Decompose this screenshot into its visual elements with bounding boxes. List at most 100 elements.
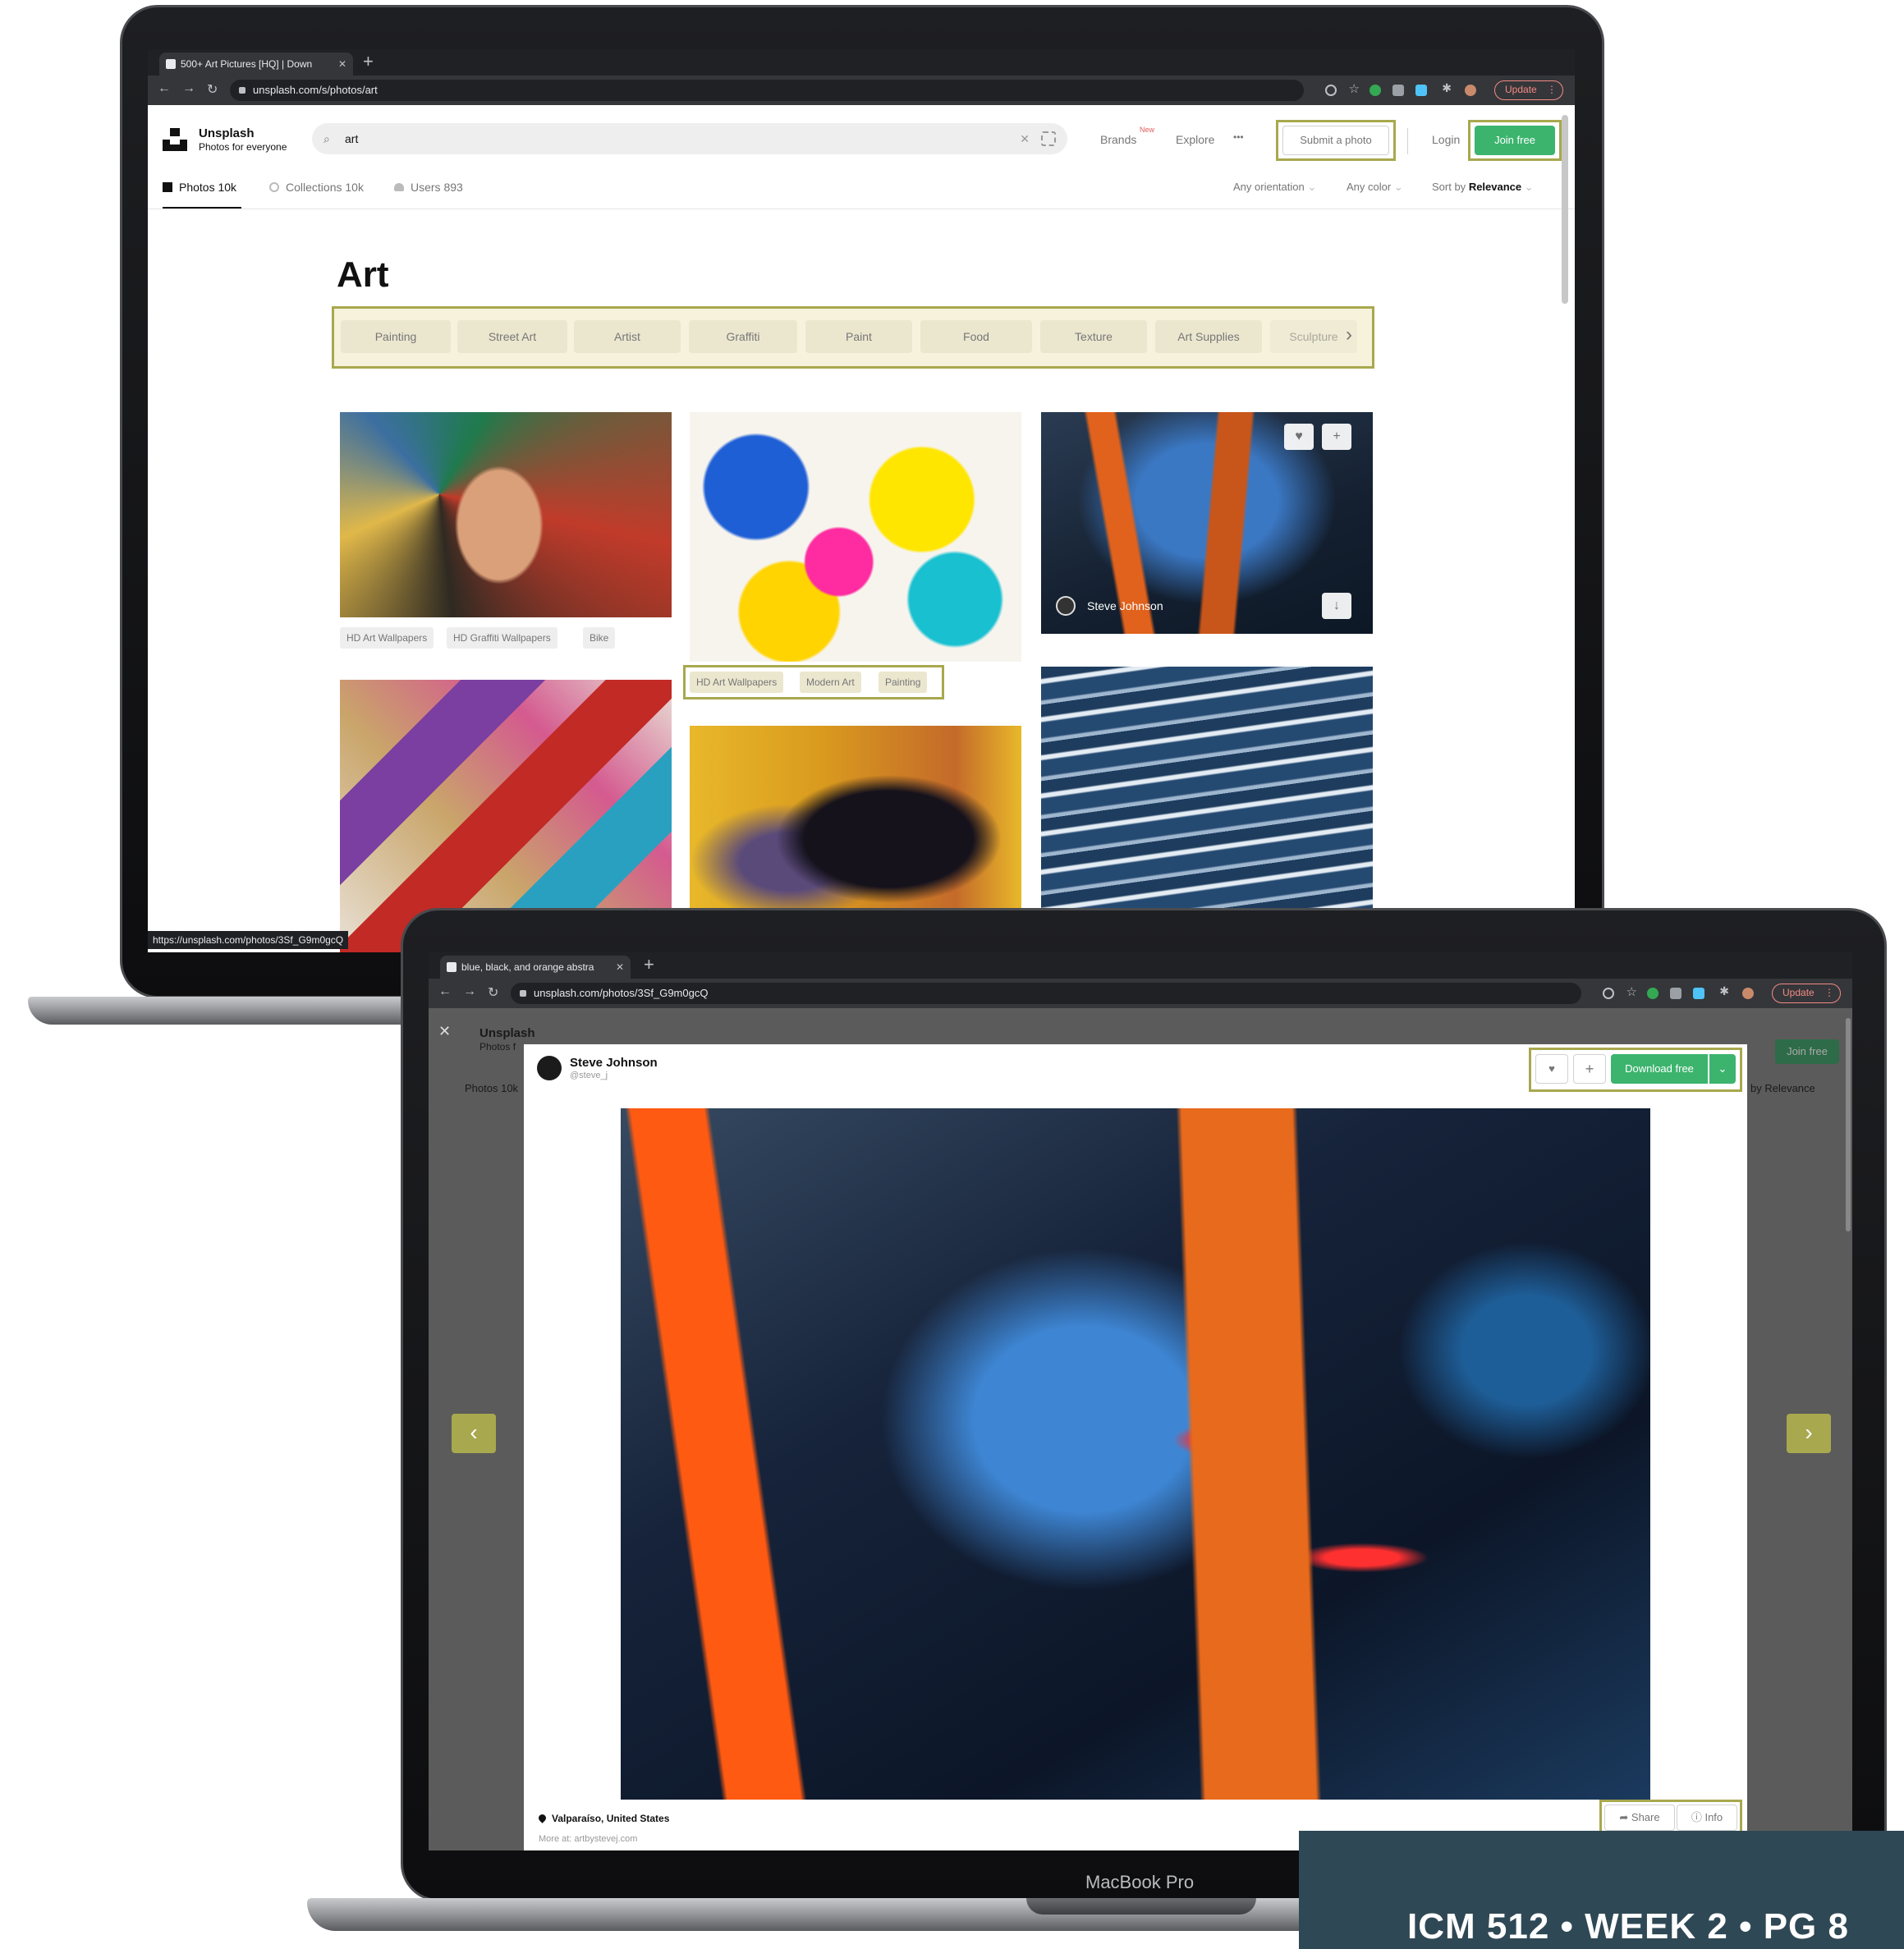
search-bar[interactable]: ⌕ art ✕ <box>312 123 1067 154</box>
chip-food[interactable]: Food <box>920 320 1032 353</box>
reload-icon[interactable]: ↻ <box>207 81 218 98</box>
extension-green-icon[interactable] <box>1370 85 1381 96</box>
unsplash-logo[interactable] <box>163 128 187 151</box>
plus-icon: + <box>1585 1061 1594 1077</box>
orientation-filter[interactable]: Any orientation ⌄ <box>1233 181 1316 194</box>
search-input[interactable]: art <box>345 123 358 154</box>
tab-users[interactable]: Users 893 <box>394 181 463 194</box>
favicon-icon <box>166 59 176 69</box>
page-scrollbar[interactable] <box>1562 115 1568 304</box>
new-badge: New <box>1140 126 1155 134</box>
forward-arrow-icon[interactable]: → <box>463 984 476 999</box>
address-bar: ← → ↻ unsplash.com/s/photos/art ☆ ✱ Upda… <box>148 76 1575 105</box>
info-button[interactable]: ⓘ Info <box>1677 1805 1737 1831</box>
update-button[interactable]: Update <box>1494 80 1563 100</box>
tag-modern-art[interactable]: Modern Art <box>800 672 861 693</box>
puzzle-icon[interactable]: ✱ <box>1719 984 1729 998</box>
update-button[interactable]: Update <box>1772 984 1841 1003</box>
reload-icon[interactable]: ↻ <box>488 984 498 1001</box>
like-heart-icon[interactable]: ♥ <box>1284 424 1314 450</box>
chip-artist[interactable]: Artist <box>574 320 681 353</box>
new-tab-icon[interactable]: + <box>644 954 654 975</box>
like-button[interactable]: ♥ <box>1535 1054 1568 1084</box>
back-arrow-icon[interactable]: ← <box>158 81 171 96</box>
back-arrow-icon[interactable]: ← <box>438 984 452 999</box>
more-at-link[interactable]: More at: artbystevej.com <box>539 1834 637 1844</box>
photo-author-name[interactable]: Steve Johnson <box>1087 599 1163 612</box>
browser-tab[interactable]: blue, black, and orange abstra ✕ <box>440 956 631 979</box>
explore-link[interactable]: Explore <box>1176 133 1214 146</box>
color-filter[interactable]: Any color ⌄ <box>1347 181 1403 194</box>
author-avatar[interactable] <box>537 1056 562 1080</box>
photo-location[interactable]: Valparaíso, United States <box>552 1813 669 1824</box>
chip-sculpture[interactable]: Sculpture <box>1270 320 1357 353</box>
scrollbar[interactable] <box>1846 1018 1851 1231</box>
tag-hd-graffiti-wallpapers[interactable]: HD Graffiti Wallpapers <box>447 627 557 649</box>
tag-painting[interactable]: Painting <box>879 672 928 693</box>
close-modal-icon[interactable]: ✕ <box>438 1023 451 1040</box>
close-tab-icon[interactable]: ✕ <box>616 956 624 979</box>
tab-strip: blue, black, and orange abstra ✕ + <box>429 952 1852 979</box>
footer-label: ICM 512 • WEEK 2 • PG 8 <box>1407 1906 1849 1947</box>
extension-green-icon[interactable] <box>1647 988 1659 999</box>
tag-hd-art-wallpapers[interactable]: HD Art Wallpapers <box>340 627 434 649</box>
previous-photo-button[interactable]: ‹ <box>452 1414 496 1453</box>
tag-bike[interactable]: Bike <box>583 627 616 649</box>
extension-grey-icon[interactable] <box>1392 85 1404 96</box>
url-field[interactable]: unsplash.com/s/photos/art <box>230 80 1304 101</box>
visual-search-icon[interactable] <box>1041 131 1056 146</box>
login-link[interactable]: Login <box>1432 133 1460 146</box>
photos-icon <box>163 182 172 192</box>
chip-street-art[interactable]: Street Art <box>457 320 567 353</box>
photo-graffiti-face[interactable] <box>340 412 672 617</box>
bookmark-star-icon[interactable]: ☆ <box>1626 984 1637 999</box>
extension-grey-icon[interactable] <box>1670 988 1681 999</box>
url-field[interactable]: unsplash.com/photos/3Sf_G9m0gcQ <box>511 983 1581 1004</box>
submit-photo-button[interactable]: Submit a photo <box>1282 126 1389 155</box>
next-photo-button[interactable]: › <box>1787 1414 1831 1453</box>
add-to-collection-button[interactable]: + <box>1573 1054 1606 1084</box>
join-free-button[interactable]: Join free <box>1475 126 1555 155</box>
lock-icon <box>239 87 245 94</box>
photo-blue-orange-abstract[interactable]: ♥ + Steve Johnson ↓ <box>1041 412 1373 634</box>
clear-search-icon[interactable]: ✕ <box>1020 123 1030 154</box>
extension-blue-icon[interactable] <box>1415 85 1427 96</box>
share-button[interactable]: ➦ Share <box>1604 1805 1675 1831</box>
new-tab-icon[interactable]: + <box>363 51 374 72</box>
author-avatar[interactable] <box>1056 596 1076 616</box>
profile-avatar-icon[interactable] <box>1742 988 1754 999</box>
target-icon[interactable] <box>1325 85 1337 96</box>
add-to-collection-icon[interactable]: + <box>1322 424 1351 450</box>
browser-tab[interactable]: 500+ Art Pictures [HQ] | Down ✕ <box>159 53 353 76</box>
chip-art-supplies[interactable]: Art Supplies <box>1155 320 1262 353</box>
bg-brand-name: Unsplash <box>479 1026 535 1040</box>
brand-name: Unsplash <box>199 126 255 140</box>
author-handle[interactable]: @steve_j <box>570 1071 608 1080</box>
chevron-right-icon: › <box>1805 1419 1813 1445</box>
more-menu-icon[interactable]: ••• <box>1233 131 1244 143</box>
chip-painting[interactable]: Painting <box>341 320 451 353</box>
extension-blue-icon[interactable] <box>1693 988 1704 999</box>
sort-filter[interactable]: Sort by Relevance ⌄ <box>1432 181 1534 194</box>
tag-hd-art-wallpapers[interactable]: HD Art Wallpapers <box>690 672 784 693</box>
tab-photos[interactable]: Photos 10k <box>163 181 236 194</box>
chip-paint[interactable]: Paint <box>805 320 912 353</box>
bg-tab-photos: Photos 10k <box>465 1082 519 1094</box>
bookmark-star-icon[interactable]: ☆ <box>1349 81 1360 96</box>
photo-main-blue-orange-abstract[interactable] <box>621 1108 1650 1800</box>
chip-graffiti[interactable]: Graffiti <box>689 320 797 353</box>
profile-avatar-icon[interactable] <box>1465 85 1476 96</box>
download-arrow-icon[interactable]: ↓ <box>1322 593 1351 619</box>
download-options-button[interactable]: ⌄ <box>1709 1054 1736 1084</box>
chip-texture[interactable]: Texture <box>1040 320 1147 353</box>
forward-arrow-icon[interactable]: → <box>182 81 195 96</box>
puzzle-icon[interactable]: ✱ <box>1442 81 1452 95</box>
target-icon[interactable] <box>1603 988 1614 999</box>
brands-link[interactable]: Brands <box>1100 133 1136 146</box>
tab-collections[interactable]: Collections 10k <box>269 181 364 194</box>
photo-colorful-abstract[interactable] <box>690 412 1021 662</box>
close-tab-icon[interactable]: ✕ <box>338 53 346 76</box>
chevron-right-icon[interactable]: › <box>1346 323 1352 346</box>
author-name[interactable]: Steve Johnson <box>570 1056 658 1070</box>
download-free-button[interactable]: Download free <box>1611 1054 1708 1084</box>
